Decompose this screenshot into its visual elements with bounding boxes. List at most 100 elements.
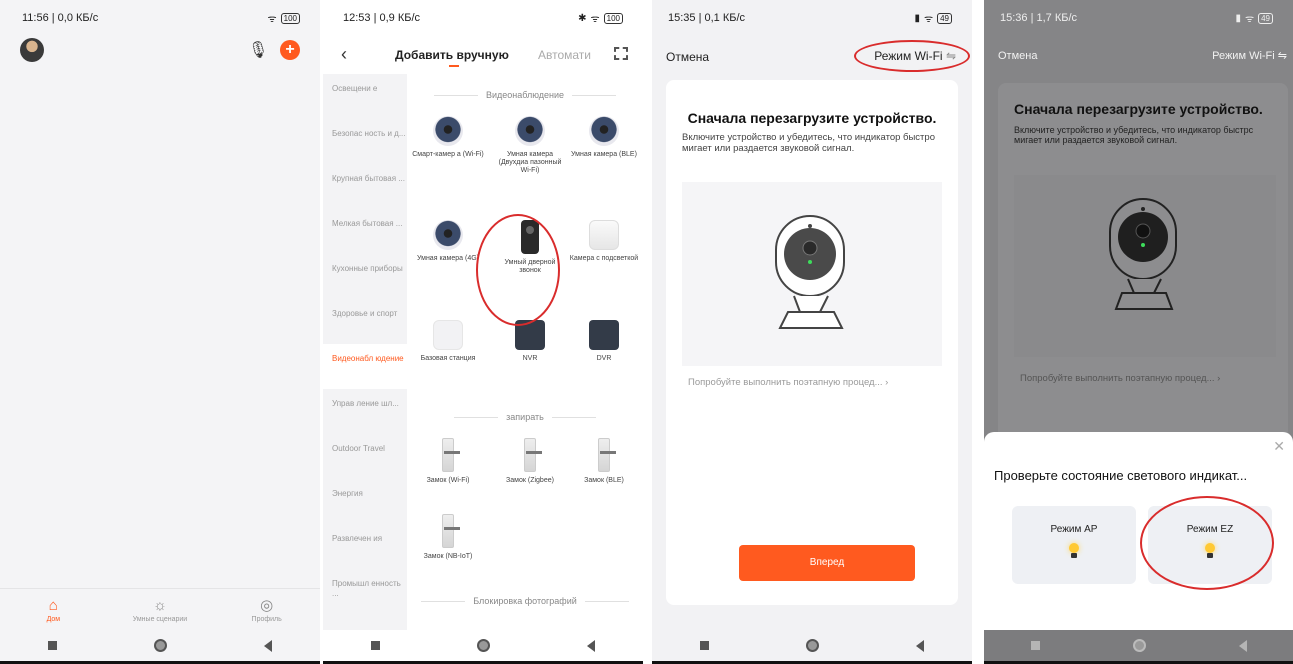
indicator-mode-screen: 15:36 | 1,7 КБ/с ▮ ᯤ 49 Отмена Режим Wi-… [984, 0, 1293, 664]
home-button[interactable] [476, 639, 490, 652]
home-screen: 11:56 | 0,0 КБ/с ᯤ 100 🎙 + ⌂ Дом ☼ Умные… [0, 0, 320, 664]
device-lock-ble[interactable]: Замок (BLE) [567, 438, 641, 485]
status-bar: 11:56 | 0,0 КБ/с ᯤ 100 [22, 10, 300, 26]
camera-illustration [682, 182, 942, 366]
sidebar-item-locks[interactable]: Управ ление шл... [323, 389, 407, 434]
cancel-button[interactable]: Отмена [666, 50, 709, 64]
device-label: DVR [596, 355, 612, 362]
sidebar-item-energy[interactable]: Энергия [323, 479, 407, 524]
sidebar-item-large-appliances[interactable]: Крупная бытовая ... [323, 164, 407, 209]
back-button[interactable] [586, 639, 595, 652]
device-label: Замок (NB-IoT) [423, 553, 473, 560]
device-label: Умная камера (4G) [417, 255, 479, 262]
tab-smart-scenes[interactable]: ☼ Умные сценарии [120, 597, 200, 623]
microphone-icon[interactable]: 🎙 [248, 40, 268, 60]
next-button[interactable]: Вперед [739, 545, 915, 581]
back-button[interactable] [1238, 639, 1247, 652]
home-button[interactable] [153, 639, 167, 652]
wifi-icon: ᯤ [590, 14, 600, 25]
tab-add-manually[interactable]: Добавить вручную [395, 48, 509, 62]
camera-icon [433, 220, 463, 250]
step-by-step-label: Попробуйте выполнить поэтапную процед... [688, 377, 883, 388]
status-time: 12:53 | 0,9 КБ/с [343, 12, 421, 24]
system-nav-bar [0, 630, 320, 664]
camera-icon [515, 116, 545, 146]
bluetooth-icon: ✱ [578, 12, 587, 24]
step-by-step-link[interactable]: Попробуйте выполнить поэтапную процед...… [688, 377, 944, 388]
device-lock-zigbee[interactable]: Замок (Zigbee) [493, 438, 567, 485]
sidebar-item-lighting[interactable]: Освещени е [323, 74, 407, 119]
tab-label: Профиль [251, 616, 282, 623]
device-grid: Видеонаблюдение Смарт-камер а (Wi-Fi) Ум… [407, 74, 643, 630]
device-dvr[interactable]: DVR [567, 320, 641, 363]
sidebar-item-industry[interactable]: Промышл енность ... [323, 569, 407, 614]
recent-apps-button[interactable] [700, 641, 710, 650]
highlight-circle [1140, 496, 1274, 590]
wifi-icon: ᯤ [267, 14, 277, 25]
wifi-icon: ᯤ [923, 14, 934, 25]
device-nvr[interactable]: NVR [493, 320, 567, 363]
floodlight-camera-icon [589, 220, 619, 250]
lock-icon [598, 438, 616, 472]
camera-illustration-svg [1109, 198, 1177, 310]
mode-ap-label: Режим AP [1050, 524, 1098, 535]
instruction-card: Сначала перезагрузите устройство. Включи… [666, 80, 958, 605]
status-bar: 15:36 | 1,7 КБ/с ▮ ᯤ 49 [1000, 10, 1273, 26]
avatar[interactable] [20, 38, 44, 62]
device-label: Умная камера (Двухдиа пазонный Wi-Fi) [498, 151, 562, 174]
device-smart-camera-wifi[interactable]: Смарт-камер а (Wi-Fi) [411, 116, 485, 159]
tab-home[interactable]: ⌂ Дом [13, 597, 93, 623]
camera-illustration-svg [775, 215, 845, 329]
sheet-title: Проверьте состояние светового индикат... [994, 468, 1248, 483]
device-floodlight-camera[interactable]: Камера с подсветкой [567, 220, 641, 263]
recent-apps-button[interactable] [1030, 641, 1040, 650]
step-by-step-link[interactable]: Попробуйте выполнить поэтапную процед...… [1020, 373, 1220, 384]
add-device-screen: 12:53 | 0,9 КБ/с ✱ ᯤ 100 ‹ Добавить вруч… [323, 0, 643, 664]
back-button[interactable] [263, 639, 272, 652]
wifi-mode-switch[interactable]: Режим Wi-Fi ⇋ [1212, 49, 1287, 62]
wifi-icon: ᯤ [1244, 14, 1255, 25]
home-button[interactable] [805, 639, 819, 652]
device-label: Камера с подсветкой [569, 255, 639, 262]
device-lock-wifi[interactable]: Замок (Wi-Fi) [411, 438, 485, 485]
tab-label: Умные сценарии [132, 615, 188, 623]
system-nav-bar [323, 630, 643, 664]
device-base-station[interactable]: Базовая станция [411, 320, 485, 363]
status-bar: 12:53 | 0,9 КБ/с ✱ ᯤ 100 [343, 10, 623, 26]
tab-auto-scan[interactable]: Автомати [538, 48, 591, 62]
sidebar-item-video[interactable]: Видеонабл юдение [323, 344, 407, 389]
sidebar-item-outdoor[interactable]: Outdoor Travel [323, 434, 407, 479]
close-icon[interactable]: ✕ [1273, 438, 1285, 455]
highlight-circle [476, 214, 560, 326]
scan-icon[interactable] [614, 47, 628, 60]
sidebar-item-health[interactable]: Здоровье и спорт [323, 299, 407, 344]
cancel-button[interactable]: Отмена [998, 50, 1037, 62]
device-label: Базовая станция [420, 355, 476, 362]
active-tab-indicator [449, 65, 459, 67]
highlight-circle [854, 40, 970, 72]
back-button[interactable] [915, 639, 924, 652]
sidebar-item-security[interactable]: Безопас ность и д... [323, 119, 407, 164]
home-button[interactable] [1132, 639, 1146, 652]
device-smart-camera-4g[interactable]: Умная камера (4G) [411, 220, 485, 263]
device-smart-camera-ble[interactable]: Умная камера (BLE) [567, 116, 641, 159]
mode-ap-option[interactable]: Режим AP [1012, 506, 1136, 584]
status-bar: 15:35 | 0,1 КБ/с ▮ ᯤ 49 [668, 10, 952, 26]
section-header: Блокировка фотографий [407, 596, 643, 606]
device-label: Умная камера (BLE) [571, 151, 637, 158]
device-smart-camera-dualband[interactable]: Умная камера (Двухдиа пазонный Wi-Fi) [493, 116, 567, 175]
add-device-button[interactable]: + [280, 40, 300, 60]
device-label: Замок (Wi-Fi) [426, 477, 470, 484]
recent-apps-button[interactable] [371, 641, 381, 650]
sidebar-item-entertainment[interactable]: Развлечен ия [323, 524, 407, 569]
recent-apps-button[interactable] [48, 641, 58, 650]
tab-profile[interactable]: ◎ Профиль [227, 596, 307, 623]
sidebar-item-small-appliances[interactable]: Мелкая бытовая ... [323, 209, 407, 254]
chevron-right-icon: › [1217, 373, 1221, 384]
device-lock-nbiot[interactable]: Замок (NB-IoT) [411, 514, 485, 561]
sidebar-item-kitchen[interactable]: Кухонные приборы [323, 254, 407, 299]
tab-label: Дом [46, 615, 61, 623]
indicator-bottom-sheet: ✕ Проверьте состояние светового индикат.… [984, 432, 1293, 632]
back-chevron-icon[interactable]: ‹ [341, 44, 347, 65]
category-sidebar: Освещени е Безопас ность и д... Крупная … [323, 74, 407, 630]
